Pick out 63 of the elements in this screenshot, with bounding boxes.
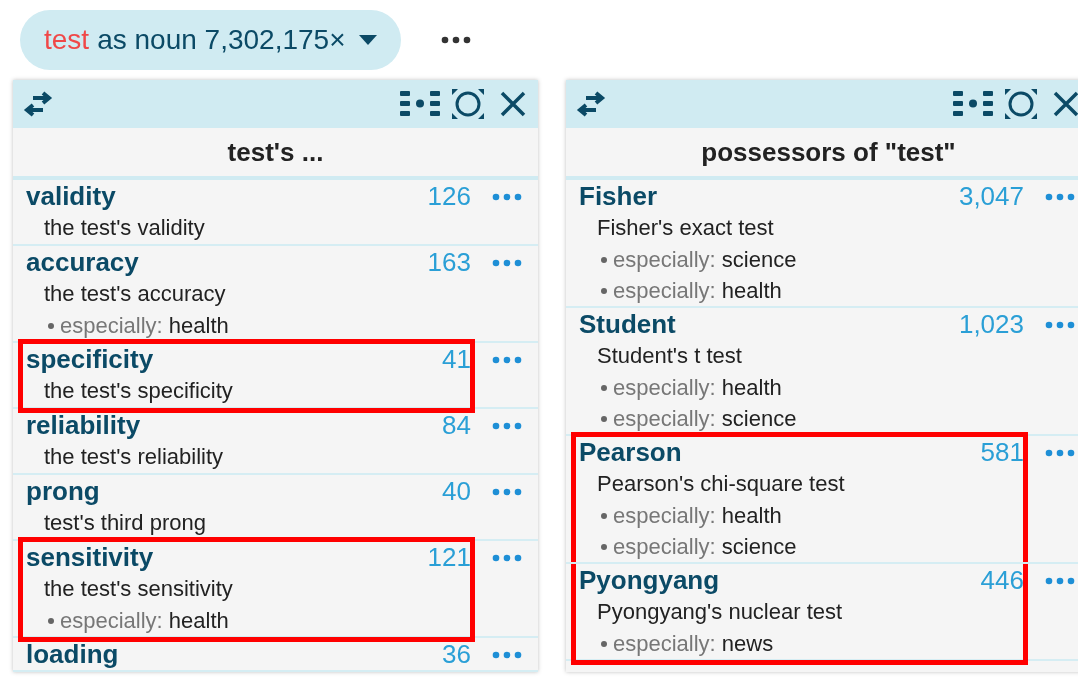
item-count: 121	[427, 540, 471, 574]
bullet-icon	[601, 640, 607, 647]
topic-note: especially: health	[613, 502, 782, 530]
list-icon[interactable]	[400, 90, 440, 118]
example-phrase: Pearson's chi-square test	[596, 470, 846, 498]
item-word[interactable]: Fisher	[579, 176, 658, 216]
topic-note: especially: science	[613, 533, 797, 561]
focus-icon[interactable]	[452, 89, 484, 119]
panel-title: test's ...	[227, 135, 324, 169]
topic-note: especially: health	[60, 312, 229, 340]
item-word[interactable]: prong	[26, 471, 100, 511]
item-word[interactable]: loading	[26, 634, 119, 674]
example-phrase: Pyongyang's nuclear test	[596, 598, 844, 626]
query-dropdown[interactable]: test as noun 7,302,175×	[20, 10, 402, 70]
item-count: 3,047	[958, 179, 1024, 213]
caret-icon	[359, 35, 378, 45]
topic-note: especially: health	[613, 277, 782, 305]
topic-note: especially: health	[60, 607, 229, 635]
topic-note: especially: science	[613, 405, 797, 433]
item-count: 126	[427, 179, 471, 213]
example-phrase: Student's t test	[596, 342, 743, 370]
item-word[interactable]: reliability	[26, 405, 141, 445]
example-phrase: the test's accuracy	[43, 280, 227, 308]
item-count: 163	[427, 245, 471, 279]
close-icon[interactable]	[500, 91, 526, 117]
bullet-icon	[601, 287, 607, 294]
item-word[interactable]: sensitivity	[26, 537, 154, 577]
item-word[interactable]: specificity	[26, 339, 154, 379]
bullet-icon	[601, 256, 607, 263]
bullet-icon	[48, 322, 54, 329]
topic-note: especially: health	[613, 374, 782, 402]
swap-arrows-icon[interactable]	[574, 91, 608, 117]
item-count: 36	[442, 637, 471, 671]
topic-note: especially: news	[613, 630, 774, 658]
example-phrase: the test's reliability	[43, 443, 225, 471]
item-count: 1,023	[958, 307, 1024, 341]
example-phrase: the test's sensitivity	[43, 575, 234, 603]
bullet-icon	[601, 415, 607, 422]
item-word[interactable]: Student	[579, 304, 676, 344]
item-count: 41	[442, 342, 471, 376]
example-phrase: the test's validity	[43, 214, 206, 242]
item-count: 40	[442, 474, 471, 508]
list-icon[interactable]	[953, 90, 993, 118]
item-word[interactable]: Pearson	[579, 432, 682, 472]
more-icon[interactable]	[440, 36, 473, 44]
item-count: 581	[980, 435, 1024, 469]
topic-note: especially: science	[613, 246, 797, 274]
item-count: 446	[980, 563, 1024, 597]
example-phrase: the test's specificity	[43, 377, 234, 405]
example-phrase: test's third prong	[43, 509, 207, 537]
example-phrase: Fisher's exact test	[596, 214, 775, 242]
item-word[interactable]: accuracy	[26, 242, 139, 282]
bullet-icon	[48, 617, 54, 624]
focus-icon[interactable]	[1005, 89, 1037, 119]
item-word[interactable]: Pyongyang	[579, 560, 720, 600]
close-icon[interactable]	[1053, 91, 1078, 117]
bullet-icon	[601, 384, 607, 391]
item-count: 84	[442, 408, 471, 442]
swap-arrows-icon[interactable]	[21, 91, 55, 117]
panel-title: possessors of "test"	[701, 135, 956, 169]
item-word[interactable]: validity	[26, 176, 116, 216]
bullet-icon	[601, 543, 607, 550]
bullet-icon	[601, 512, 607, 519]
